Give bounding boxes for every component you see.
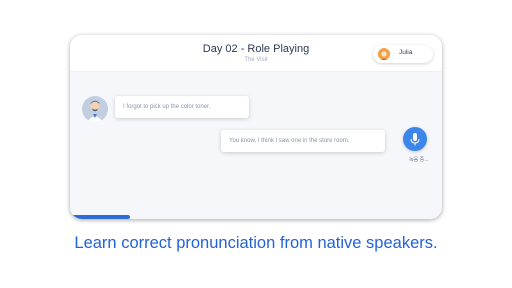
bot-message-bubble: I forgot to pick up the color toner. bbox=[115, 96, 249, 118]
user-avatar-icon bbox=[378, 48, 390, 60]
recording-status: 녹음 중... bbox=[409, 157, 429, 163]
progress-bar bbox=[70, 215, 442, 219]
record-button[interactable] bbox=[403, 127, 427, 151]
user-profile-pill[interactable]: Julia bbox=[373, 45, 433, 63]
user-message-bubble: You know, I think I saw one in the store… bbox=[221, 130, 385, 152]
app-window: Day 02 - Role Playing The Visit Julia I … bbox=[70, 35, 442, 219]
microphone-icon bbox=[410, 133, 420, 146]
tagline: Learn correct pronunciation from native … bbox=[74, 234, 438, 252]
app-header: Day 02 - Role Playing The Visit Julia bbox=[70, 35, 442, 72]
avatar-icon bbox=[82, 96, 108, 122]
user-name: Julia bbox=[399, 49, 413, 56]
progress-fill bbox=[70, 215, 130, 219]
